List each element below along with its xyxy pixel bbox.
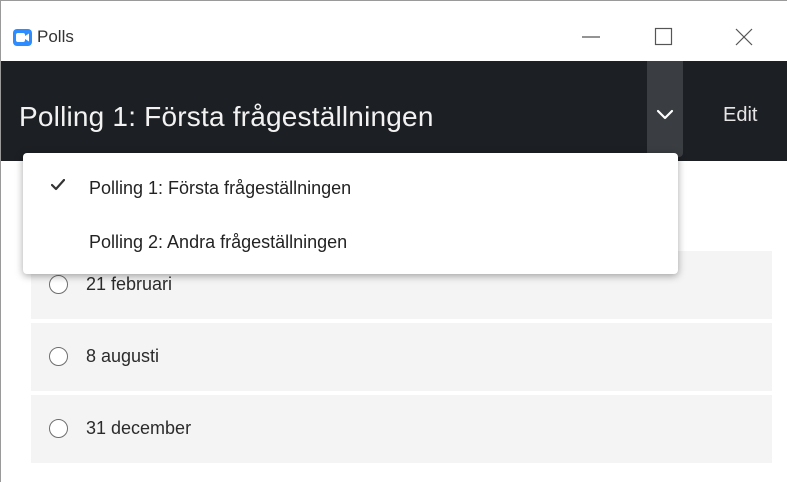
radio-button[interactable]: [49, 419, 68, 438]
option-label: 21 februari: [86, 274, 173, 294]
close-button[interactable]: [721, 19, 767, 55]
dropdown-item-poll-2[interactable]: Polling 2: Andra frågeställningen: [23, 217, 678, 267]
poll-title: Polling 1: Första frågeställningen: [19, 101, 434, 132]
poll-select-button[interactable]: [647, 61, 683, 157]
polls-window: Polls Polling 1: Första frågeställningen…: [0, 0, 787, 482]
edit-button[interactable]: Edit: [723, 104, 757, 127]
zoom-camera-icon: [13, 29, 32, 46]
dropdown-item-poll-1[interactable]: Polling 1: Första frågeställningen: [23, 163, 678, 213]
maximize-icon: [654, 27, 673, 46]
poll-dropdown-menu: Polling 1: Första frågeställningen Polli…: [23, 153, 678, 274]
poll-header: Polling 1: Första frågeställningen Edit: [1, 61, 787, 161]
poll-options: 21 februari 8 augusti 31 december: [31, 251, 772, 467]
minimize-button[interactable]: [568, 19, 614, 55]
option-label: 8 augusti: [86, 346, 160, 366]
radio-button[interactable]: [49, 275, 68, 294]
option-item[interactable]: 31 december: [31, 395, 772, 463]
chevron-down-icon: [656, 109, 674, 120]
window-title: Polls: [37, 27, 74, 46]
dropdown-item-label: Polling 2: Andra frågeställningen: [89, 232, 348, 252]
maximize-button[interactable]: [641, 19, 687, 55]
dropdown-item-label: Polling 1: Första frågeställningen: [89, 178, 352, 198]
minimize-icon: [582, 36, 600, 38]
close-icon: [735, 28, 753, 46]
title-bar: Polls: [1, 1, 787, 61]
option-item[interactable]: 8 augusti: [31, 323, 772, 391]
checkmark-icon: [51, 179, 65, 191]
option-label: 31 december: [86, 418, 192, 438]
radio-button[interactable]: [49, 347, 68, 366]
